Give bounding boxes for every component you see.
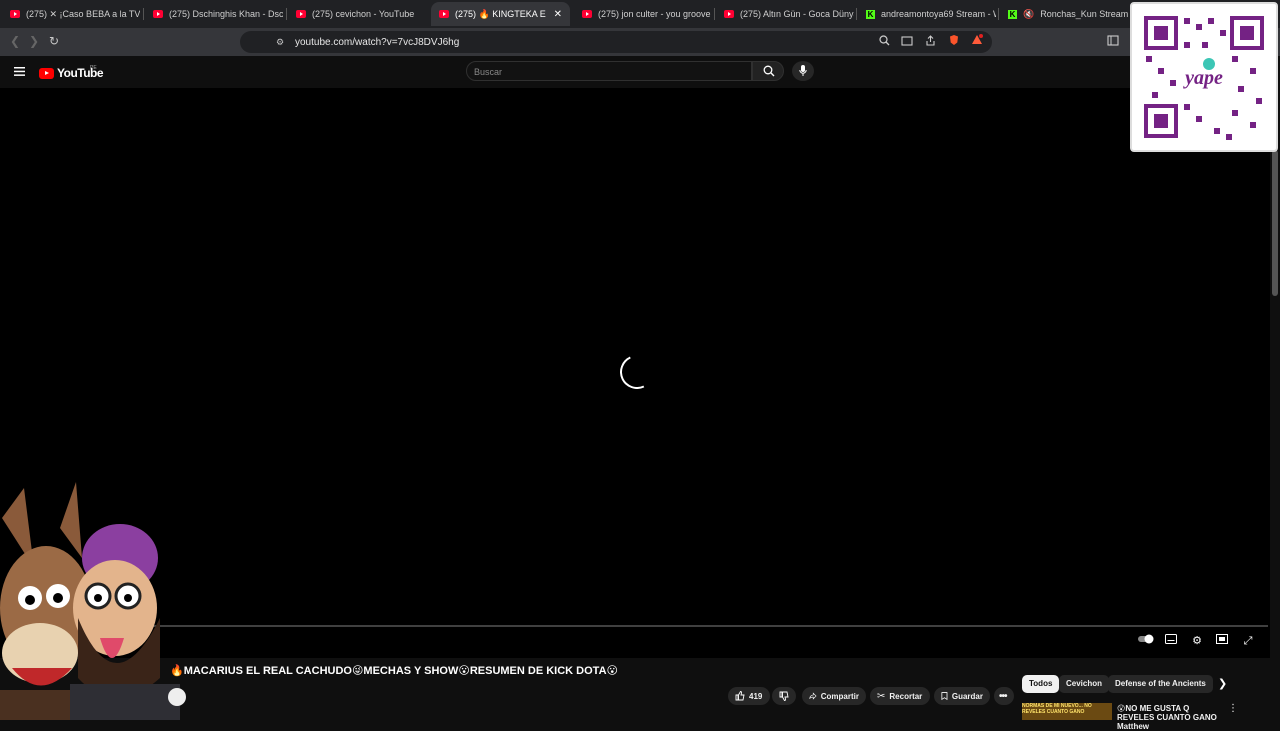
like-button[interactable]: 419 bbox=[728, 687, 770, 705]
brave-rewards-icon[interactable] bbox=[969, 34, 985, 50]
svg-text:yape: yape bbox=[1183, 67, 1223, 89]
back-arrow-icon[interactable]: ❮ bbox=[7, 33, 23, 49]
browser-tab[interactable]: (275) ✕ ¡Caso BEBA a la TV! 🎃 bbox=[2, 2, 140, 26]
browser-tab[interactable]: (275) Altın Gün - Goca Dünya bbox=[716, 2, 854, 26]
youtube-favicon-icon bbox=[724, 10, 734, 18]
muted-speaker-icon[interactable]: 🔇 bbox=[1023, 9, 1034, 20]
page-scrollbar[interactable] bbox=[1272, 150, 1278, 296]
youtube-favicon-icon bbox=[296, 10, 306, 18]
browser-tab[interactable]: (275) jon culter - you groove n bbox=[574, 2, 712, 26]
tab-label: (275) Altın Gün - Goca Dünya bbox=[740, 9, 854, 19]
channel-avatar[interactable] bbox=[168, 688, 186, 706]
bookmark-save-icon bbox=[941, 692, 948, 701]
like-count: 419 bbox=[749, 691, 763, 701]
youtube-favicon-icon bbox=[582, 10, 592, 18]
miniplayer-icon[interactable] bbox=[1214, 634, 1230, 648]
chevron-right-icon[interactable]: ❯ bbox=[1218, 677, 1227, 690]
browser-tab-active[interactable]: (275) 🔥 KINGTEKA ENAM ✕ bbox=[431, 2, 570, 26]
save-label: Guardar bbox=[951, 691, 983, 701]
tab-label: (275) Dschinghis Khan - Dschi bbox=[169, 9, 283, 19]
search-input[interactable] bbox=[466, 61, 752, 81]
tab-label: (275) ✕ ¡Caso BEBA a la TV! 🎃 bbox=[26, 8, 140, 19]
tab-label: Ronchas_Kun Stream - Wat bbox=[1040, 9, 1128, 19]
clip-label: Recortar bbox=[889, 691, 923, 701]
browser-tab[interactable]: K andreamontoya69 Stream - W bbox=[858, 2, 996, 26]
more-actions-button[interactable]: ••• bbox=[994, 687, 1014, 705]
more-vertical-icon[interactable]: ⋮ bbox=[1228, 703, 1238, 714]
tab-label: (275) cevichon - YouTube bbox=[312, 9, 415, 19]
share-arrow-icon bbox=[809, 692, 817, 700]
yape-qr-code: yape bbox=[1130, 2, 1278, 152]
thumbs-down-icon bbox=[779, 691, 789, 701]
recommendation-thumbnail[interactable]: NORMAS DE MI NUEVO... NO REVELES CUANTO … bbox=[1022, 703, 1112, 720]
search-button[interactable] bbox=[752, 61, 784, 81]
sidebar-toggle-icon[interactable] bbox=[1105, 34, 1121, 50]
site-settings-icon[interactable]: ⚙ bbox=[272, 34, 288, 50]
logo-country-code: PE bbox=[90, 65, 97, 71]
brave-shield-icon[interactable] bbox=[946, 34, 962, 50]
search-icon bbox=[763, 65, 775, 77]
cast-icon[interactable] bbox=[899, 34, 915, 50]
tab-divider bbox=[143, 8, 144, 20]
zoom-icon[interactable] bbox=[876, 34, 892, 50]
kick-favicon-icon: K bbox=[866, 9, 875, 19]
youtube-play-logo-icon bbox=[39, 67, 54, 79]
url-text[interactable]: youtube.com/watch?v=7vcJ8DVJ6hg bbox=[295, 37, 459, 48]
tab-label: (275) 🔥 KINGTEKA ENAM bbox=[455, 8, 546, 19]
reload-icon[interactable]: ↻ bbox=[46, 33, 62, 49]
kick-favicon-icon: K bbox=[1008, 9, 1017, 19]
browser-tab[interactable]: (275) cevichon - YouTube bbox=[288, 2, 426, 26]
youtube-favicon-icon bbox=[439, 10, 449, 18]
browser-tab[interactable]: K 🔇 Ronchas_Kun Stream - Wat bbox=[1000, 2, 1128, 26]
tab-label: andreamontoya69 Stream - W bbox=[881, 9, 996, 19]
close-tab-icon[interactable]: ✕ bbox=[554, 9, 562, 20]
scissors-icon: ✂ bbox=[877, 690, 886, 702]
tab-divider bbox=[714, 8, 715, 20]
video-title: 🔥MACARIUS EL REAL CACHUDO😜MECHAS Y SHOW😮… bbox=[170, 665, 618, 677]
save-button[interactable]: Guardar bbox=[934, 687, 990, 705]
share-button[interactable]: Compartir bbox=[802, 687, 866, 705]
fullscreen-icon[interactable]: ⤢ bbox=[1240, 634, 1256, 648]
tab-divider bbox=[286, 8, 287, 20]
hamburger-menu-icon[interactable] bbox=[11, 64, 27, 80]
chip-cevichon[interactable]: Cevichon bbox=[1059, 675, 1110, 693]
microphone-icon bbox=[799, 65, 807, 76]
recommendation-title[interactable]: 😮NO ME GUSTA Q REVELES CUANTO GANO Matth… bbox=[1117, 704, 1227, 731]
share-label: Compartir bbox=[820, 691, 859, 701]
subtitles-icon[interactable] bbox=[1163, 634, 1179, 648]
thumbnail-text: NORMAS DE MI NUEVO... NO REVELES CUANTO … bbox=[1022, 703, 1092, 715]
more-horizontal-icon: ••• bbox=[999, 690, 1007, 702]
share-icon[interactable] bbox=[922, 34, 938, 50]
youtube-favicon-icon bbox=[10, 10, 20, 18]
youtube-favicon-icon bbox=[153, 10, 163, 18]
browser-tab-strip: (275) ✕ ¡Caso BEBA a la TV! 🎃 (275) Dsch… bbox=[0, 0, 1280, 28]
streamer-avatar-overlay bbox=[0, 478, 180, 720]
clip-button[interactable]: ✂ Recortar bbox=[870, 687, 930, 705]
chip-all[interactable]: Todos bbox=[1022, 675, 1060, 693]
voice-search-button[interactable] bbox=[792, 61, 814, 81]
tab-divider bbox=[998, 8, 999, 20]
thumbs-up-icon bbox=[735, 691, 745, 701]
video-progress-bar[interactable] bbox=[12, 625, 1268, 627]
chip-dota[interactable]: Defense of the Ancients bbox=[1108, 675, 1213, 693]
forward-arrow-icon[interactable]: ❯ bbox=[26, 33, 42, 49]
autoplay-toggle[interactable] bbox=[1138, 634, 1154, 648]
dislike-button[interactable] bbox=[772, 687, 796, 705]
tab-divider bbox=[856, 8, 857, 20]
settings-gear-icon[interactable]: ⚙ bbox=[1189, 634, 1205, 648]
browser-tab[interactable]: (275) Dschinghis Khan - Dschi bbox=[145, 2, 283, 26]
search-placeholder: Buscar bbox=[474, 67, 503, 77]
tab-label: (275) jon culter - you groove n bbox=[598, 9, 712, 19]
